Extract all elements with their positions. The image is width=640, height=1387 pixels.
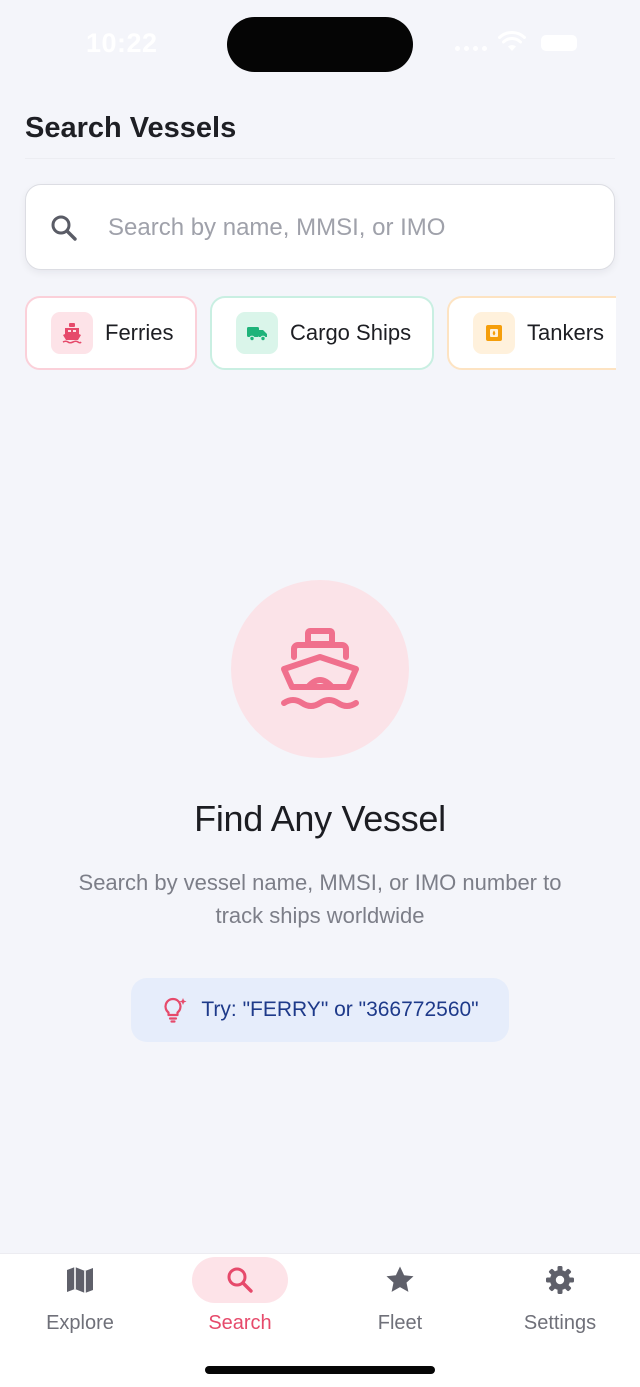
dynamic-island: [227, 17, 413, 72]
search-screen: 10:22 Search Vessels Search by name, MMS…: [0, 0, 640, 1387]
tab-label: Fleet: [377, 1312, 423, 1334]
gear-icon: [546, 1266, 574, 1294]
search-input[interactable]: [108, 203, 598, 253]
category-label: Ferries: [105, 320, 174, 345]
hint-text: Try: "FERRY" or "366772560": [201, 998, 479, 1021]
tab-icon-container: [192, 1257, 288, 1303]
tab-explore[interactable]: Explore: [0, 1254, 160, 1354]
search-box[interactable]: [25, 184, 615, 270]
tab-search[interactable]: Search: [160, 1254, 320, 1354]
truck-icon: [236, 312, 278, 354]
empty-state-title: Find Any Vessel: [194, 798, 446, 839]
search-icon: [227, 1267, 253, 1293]
search-icon: [51, 215, 77, 241]
battery-icon: [541, 35, 577, 51]
tab-label: Settings: [523, 1312, 597, 1334]
category-chip-tankers[interactable]: Tankers: [447, 296, 616, 370]
tab-icon-container: [32, 1257, 128, 1303]
category-chips: Ferries Cargo Ships Tankers: [25, 296, 616, 374]
search-hint: Try: "FERRY" or "366772560": [131, 978, 509, 1042]
tab-label: Search: [208, 1312, 272, 1334]
star-icon: [386, 1266, 414, 1292]
status-bar: 10:22: [0, 0, 640, 90]
tab-label: Explore: [46, 1312, 114, 1334]
category-chip-ferries[interactable]: Ferries: [25, 296, 197, 370]
category-chip-cargo-ships[interactable]: Cargo Ships: [210, 296, 434, 370]
empty-state-description: Search by vessel name, MMSI, or IMO numb…: [78, 870, 562, 928]
page-title: Search Vessels: [25, 112, 237, 144]
header-divider: [25, 158, 615, 159]
tanker-icon: [473, 312, 515, 354]
cellular-signal-icon: [455, 46, 487, 51]
empty-state-illustration: [231, 580, 409, 758]
status-time: 10:22: [86, 28, 158, 58]
lightbulb-icon: [164, 997, 187, 1023]
category-label: Tankers: [527, 320, 605, 345]
wifi-icon: [498, 30, 526, 51]
ferry-icon: [51, 312, 93, 354]
tab-fleet[interactable]: Fleet: [320, 1254, 480, 1354]
ship-icon: [281, 628, 359, 709]
tab-icon-container: [512, 1257, 608, 1303]
map-icon: [67, 1267, 93, 1293]
tab-icon-container: [352, 1257, 448, 1303]
home-indicator: [205, 1366, 435, 1374]
category-label: Cargo Ships: [290, 320, 412, 345]
tab-settings[interactable]: Settings: [480, 1254, 640, 1354]
